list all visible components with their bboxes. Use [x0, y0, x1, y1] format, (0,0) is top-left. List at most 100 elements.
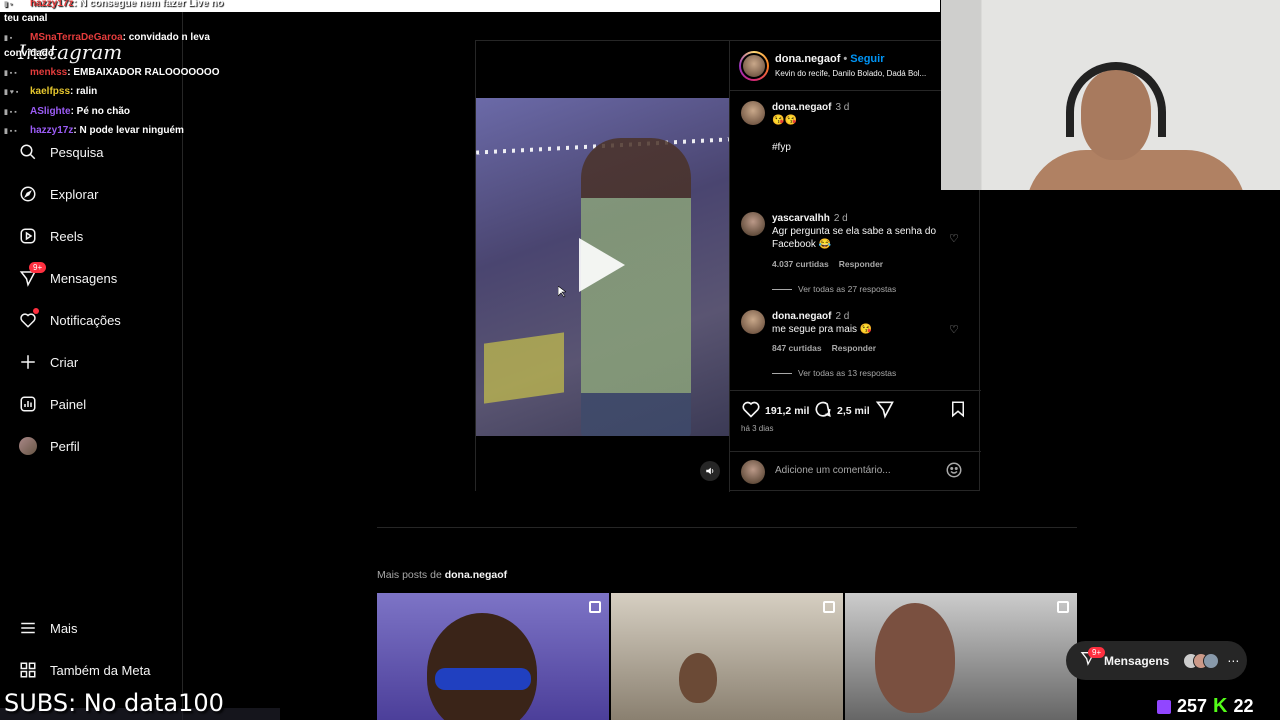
more-posts-title: Mais posts de dona.negaof — [377, 569, 507, 581]
like-comment-icon[interactable]: ♡ — [949, 232, 961, 245]
reply-button[interactable]: Responder — [839, 259, 883, 269]
more-icon: ⋯ — [1227, 653, 1240, 668]
sidebar-item-label: Explorar — [50, 186, 99, 202]
carousel-icon — [1057, 601, 1069, 613]
streamer-webcam — [941, 0, 1280, 190]
sidebar-item-mensagens[interactable]: 9+ Mensagens — [8, 258, 176, 298]
chat-line: ▮ ▪ ▪ hazzy17z: N pode levar ninguém — [4, 125, 184, 136]
view-replies-button[interactable]: Ver todas as 27 respostas — [772, 284, 896, 294]
avatar — [741, 460, 765, 484]
comment-text: 😘😘 — [772, 115, 797, 126]
more-posts-username[interactable]: dona.negaof — [445, 569, 507, 581]
notification-badge: 9+ — [29, 262, 47, 273]
post-media[interactable] — [476, 41, 729, 492]
kick-viewers: 22 — [1233, 696, 1254, 716]
sidebar-item-label: Também da Meta — [50, 662, 151, 678]
comment-time: 2 d — [833, 213, 848, 224]
reel-icon — [823, 601, 835, 613]
chat-line: teu canal — [4, 13, 48, 24]
thumbnail-face — [427, 613, 537, 720]
chat-line: ▮ ▪ hazzy17z: N consegue nem fazer Live n… — [4, 0, 224, 9]
comments-count[interactable]: 2,5 mil — [837, 405, 870, 417]
post-thumbnail[interactable] — [845, 593, 1077, 720]
sidebar-item-criar[interactable]: Criar — [8, 342, 176, 382]
comment-action[interactable]: 2,5 mil — [813, 399, 870, 422]
view-replies-button[interactable]: Ver todas as 13 respostas — [772, 368, 896, 378]
avatar — [1203, 652, 1220, 669]
avatar[interactable] — [741, 101, 765, 125]
share-action[interactable] — [875, 399, 895, 422]
comment-input[interactable]: Adicione um comentário... — [775, 465, 891, 476]
add-comment-bar: Adicione um comentário... — [730, 451, 981, 491]
comment-username[interactable]: yascarvalhh — [772, 213, 830, 224]
video-player[interactable] — [476, 98, 729, 436]
post-thumbnail[interactable] — [377, 593, 609, 720]
avatar — [18, 436, 38, 456]
menu-icon — [18, 618, 38, 638]
play-icon[interactable] — [579, 238, 625, 292]
comment-username[interactable]: dona.negaof — [772, 311, 831, 322]
sunglasses — [435, 668, 531, 690]
sidebar-item-reels[interactable]: Reels — [8, 216, 176, 256]
video-scene-table — [484, 332, 564, 404]
chat-line: ▮ ▪ ▪ ASlighte: Pé no chão — [4, 106, 131, 117]
sidebar-item-mais[interactable]: Mais — [8, 608, 176, 648]
author-username[interactable]: dona.negaof — [775, 53, 840, 65]
follow-button[interactable]: Seguir — [850, 53, 884, 65]
like-action[interactable]: 191,2 mil — [741, 399, 809, 422]
messages-pill[interactable]: 9+ Mensagens ⋯ — [1066, 641, 1247, 680]
sidebar-item-label: Pesquisa — [50, 144, 104, 160]
audio-credits[interactable]: Kevin do recife, Danilo Bolado, Dadá Bol… — [775, 69, 943, 78]
comment-likes[interactable]: 4.037 curtidas — [772, 259, 829, 269]
chat-line: convidado — [4, 48, 55, 59]
reels-icon — [18, 226, 38, 246]
comment-username[interactable]: dona.negaof — [772, 102, 831, 113]
subs-counter: SUBS: No data100 — [4, 689, 224, 717]
chat-line: ▮ ♥ ▪ kaelfpss: ralin — [4, 86, 98, 97]
avatar[interactable] — [741, 212, 765, 236]
search-icon — [18, 142, 38, 162]
comment-text: me segue pra mais 😘 — [772, 324, 873, 335]
comment-likes[interactable]: 847 curtidas — [772, 343, 822, 353]
messenger-icon: 9+ — [18, 262, 47, 288]
twitch-viewers: 257 — [1177, 696, 1208, 716]
reply-button[interactable]: Responder — [832, 343, 876, 353]
sidebar-item-explorar[interactable]: Explorar — [8, 174, 176, 214]
avatar-stack — [1183, 652, 1220, 669]
comment-icon[interactable] — [813, 399, 833, 422]
save-action[interactable] — [949, 399, 967, 422]
sidebar-item-label: Perfil — [50, 438, 80, 454]
sidebar-item-notificacoes[interactable]: Notificações — [8, 300, 176, 340]
notification-badge: 9+ — [1088, 647, 1106, 658]
heart-icon[interactable] — [741, 399, 761, 422]
like-comment-icon[interactable]: ♡ — [949, 323, 961, 336]
sidebar-item-label: Notificações — [50, 312, 121, 328]
kick-icon: K — [1213, 695, 1228, 717]
sidebar-item-label: Painel — [50, 396, 87, 412]
more-posts-prefix: Mais posts de — [377, 569, 445, 581]
sidebar-item-painel[interactable]: Painel — [8, 384, 176, 424]
comment-time: 2 d — [835, 311, 850, 322]
thumbnail-face — [679, 653, 717, 703]
sidebar-item-tambem-da-meta[interactable]: Também da Meta — [8, 650, 176, 690]
avatar[interactable] — [741, 310, 765, 334]
bookmark-icon[interactable] — [949, 399, 967, 422]
post-thumbnail[interactable] — [611, 593, 843, 720]
comment-time: 3 d — [835, 102, 850, 113]
emoji-icon[interactable] — [945, 461, 965, 481]
messages-pill-label: Mensagens — [1104, 653, 1170, 668]
sidebar-item-perfil[interactable]: Perfil — [8, 426, 176, 466]
author-avatar[interactable] — [739, 51, 769, 81]
post-time: há 3 dias — [741, 424, 774, 433]
sidebar-item-pesquisa[interactable]: Pesquisa — [8, 132, 176, 172]
hashtag-link[interactable]: #fyp — [772, 141, 944, 154]
twitch-icon — [1157, 699, 1171, 714]
share-icon[interactable] — [875, 399, 895, 422]
dashboard-icon — [18, 394, 38, 414]
sidebar-item-label: Mais — [50, 620, 78, 636]
mouse-cursor — [557, 285, 567, 298]
viewer-counters: 257 K 22 — [1157, 695, 1254, 718]
likes-count[interactable]: 191,2 mil — [765, 405, 809, 417]
meta-icon — [18, 660, 38, 680]
volume-icon[interactable] — [700, 461, 720, 481]
